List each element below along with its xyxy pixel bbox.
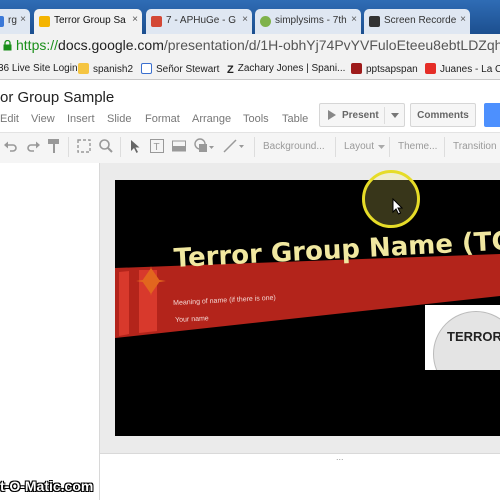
bookmark[interactable]: spanish2 [78, 63, 133, 75]
theme-button[interactable]: Theme... [398, 141, 437, 152]
word-cloud-text: TERROR [447, 329, 500, 344]
image-icon[interactable] [172, 139, 186, 153]
transition-button[interactable]: Transition [453, 141, 497, 152]
share-button[interactable] [484, 103, 500, 127]
menu-insert[interactable]: Insert [67, 113, 95, 125]
google-slides-icon [39, 16, 50, 27]
bookmark[interactable]: Z Zachary Jones | Spani... [227, 63, 345, 76]
menu-format[interactable]: Format [145, 113, 180, 125]
bookmark-site-icon [351, 63, 362, 74]
play-icon [328, 110, 336, 120]
folder-icon [78, 63, 89, 74]
filmstrip-panel[interactable] [0, 163, 100, 500]
doc-tab-icon [0, 16, 4, 27]
terror-word-cloud-image[interactable]: TERROR [425, 305, 500, 370]
pinwheel-icon [260, 16, 271, 27]
google-plus-icon [151, 16, 162, 27]
url-host: docs.google.com [58, 37, 164, 53]
present-button[interactable]: Present [319, 103, 405, 127]
browser-tab-active[interactable]: Terror Group Sa × [34, 9, 142, 34]
select-frame-icon[interactable] [77, 139, 91, 153]
url-path: /presentation/d/1H-obhYj74PvYVFuloEteeu8… [163, 37, 500, 53]
address-bar[interactable]: https://docs.google.com/presentation/d/1… [16, 37, 500, 53]
recorder-watermark: t-O-Matic.com [0, 478, 94, 494]
youtube-icon [425, 63, 436, 74]
pointer-icon[interactable] [130, 139, 141, 154]
svg-text:T: T [154, 142, 160, 153]
cursor-highlight [362, 170, 420, 228]
menu-slide[interactable]: Slide [107, 113, 131, 125]
browser-tab-strip: rg × Terror Group Sa × 7 - APHuGe - G × … [0, 0, 500, 34]
tab-label: simplysims - 7th [275, 15, 347, 26]
tab-label: rg [8, 15, 17, 26]
speaker-notes[interactable] [100, 453, 500, 501]
som-icon [369, 16, 380, 27]
menu-view[interactable]: View [31, 113, 55, 125]
close-icon[interactable]: × [460, 14, 466, 25]
tab-label: 7 - APHuGe - G [166, 15, 237, 26]
lock-icon [3, 40, 12, 51]
menu-tools[interactable]: Tools [243, 113, 269, 125]
close-icon[interactable]: × [351, 14, 357, 25]
zoom-icon[interactable] [99, 139, 113, 153]
bookmark[interactable]: 36 Live Site Login [0, 63, 78, 74]
background-button[interactable]: Background... [263, 141, 325, 152]
browser-tab[interactable]: rg × [0, 9, 30, 34]
mouse-pointer-icon [392, 198, 403, 215]
line-icon[interactable] [223, 139, 245, 153]
close-icon[interactable]: × [242, 14, 248, 25]
redo-icon[interactable] [26, 140, 40, 152]
browser-tab[interactable]: Screen Recorde × [364, 9, 470, 34]
chevron-down-icon[interactable] [378, 145, 385, 149]
layout-button[interactable]: Layout [344, 141, 374, 152]
menu-edit[interactable]: Edit [0, 113, 19, 125]
chevron-down-icon[interactable] [391, 113, 399, 118]
tab-label: Terror Group Sa [54, 15, 126, 26]
z-icon: Z [227, 64, 234, 76]
text-box-icon[interactable]: T [150, 139, 164, 153]
menu-arrange[interactable]: Arrange [192, 113, 231, 125]
browser-tab[interactable]: 7 - APHuGe - G × [146, 9, 252, 34]
comments-button[interactable]: Comments [410, 103, 476, 127]
close-icon[interactable]: × [132, 14, 138, 25]
page-icon [141, 63, 152, 74]
notes-resize-grip[interactable]: ... [336, 452, 344, 462]
close-icon[interactable]: × [20, 14, 26, 25]
undo-icon[interactable] [4, 140, 18, 152]
menu-table[interactable]: Table [282, 113, 308, 125]
bookmark[interactable]: Señor Stewart [141, 63, 219, 75]
slide-canvas[interactable]: Terror Group Name (TG Meaning of name (i… [115, 180, 500, 436]
shape-icon[interactable] [193, 138, 215, 154]
document-title[interactable]: or Group Sample [0, 89, 114, 106]
paint-format-icon[interactable] [48, 139, 61, 153]
tab-label: Screen Recorde [384, 15, 457, 26]
bookmarks-bar: 36 Live Site Login spanish2 Señor Stewar… [0, 58, 500, 80]
bookmark[interactable]: pptsapspan [351, 63, 418, 75]
bookmark[interactable]: Juanes - La Ca [425, 63, 500, 75]
url-scheme: https:// [16, 37, 59, 53]
browser-tab[interactable]: simplysims - 7th × [255, 9, 361, 34]
